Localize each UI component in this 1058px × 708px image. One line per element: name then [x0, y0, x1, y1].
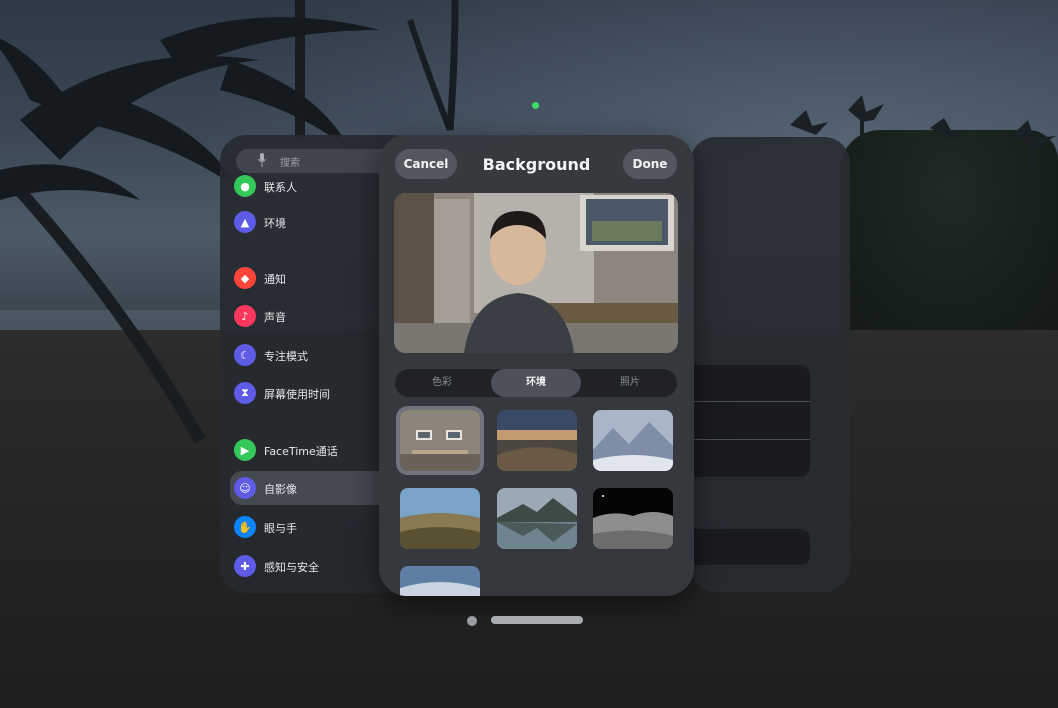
divider	[690, 439, 810, 440]
background-picker-panel: Cancel Background Done 色彩 环境 照片	[379, 135, 694, 596]
window-indicator-dot	[532, 102, 539, 109]
background-type-segmented-control: 色彩 环境 照片	[395, 369, 677, 397]
moon-surface-thumb[interactable]	[593, 488, 673, 549]
done-button[interactable]: Done	[623, 149, 677, 179]
tab-environment[interactable]: 环境	[491, 369, 581, 397]
notifications-icon: ◆	[234, 267, 256, 289]
facetime-icon: ▶	[234, 439, 256, 461]
microphone-icon[interactable]	[258, 153, 266, 167]
snow-mountain-thumb[interactable]	[593, 410, 673, 471]
hourglass-icon: ⧗	[234, 382, 256, 404]
focus-moon-icon: ☾	[234, 344, 256, 366]
sidebar-item-label: 专注模式	[264, 350, 308, 363]
settings-detail-window	[690, 137, 850, 592]
contacts-icon: ●	[234, 175, 256, 197]
sidebar-item-label: FaceTime通话	[264, 445, 338, 458]
tab-color[interactable]: 色彩	[397, 369, 487, 397]
sidebar-item-label: 声音	[264, 311, 286, 324]
hand-icon: ✋	[234, 516, 256, 538]
window-grab-bar[interactable]	[491, 616, 583, 624]
safety-icon: ✚	[234, 555, 256, 577]
gallery-room-thumb[interactable]	[396, 406, 484, 475]
divider	[690, 401, 810, 402]
tab-photos[interactable]: 照片	[585, 369, 675, 397]
detail-group	[690, 365, 810, 477]
sunset-clouds-thumb[interactable]	[497, 410, 577, 471]
persona-icon: ☺	[234, 477, 256, 499]
sidebar-item-label: 自影像	[264, 483, 297, 496]
sidebar-item-label: 感知与安全	[264, 561, 319, 574]
detail-row	[690, 529, 810, 565]
sidebar-item-label: 眼与手	[264, 522, 297, 535]
search-placeholder: 搜索	[280, 158, 300, 169]
window-close-dot[interactable]	[467, 616, 477, 626]
sidebar-item-label: 联系人	[264, 181, 297, 194]
lake-mountain-thumb[interactable]	[497, 488, 577, 549]
sidebar-item-label: 环境	[264, 217, 286, 230]
sound-icon: ♪	[234, 305, 256, 327]
sidebar-item-label: 屏幕使用时间	[264, 388, 330, 401]
environment-icon: ▲	[234, 211, 256, 233]
meadow-thumb[interactable]	[400, 488, 480, 549]
sky-clouds-thumb[interactable]	[400, 566, 480, 596]
persona-preview	[394, 193, 678, 353]
sidebar-item-label: 通知	[264, 273, 286, 286]
